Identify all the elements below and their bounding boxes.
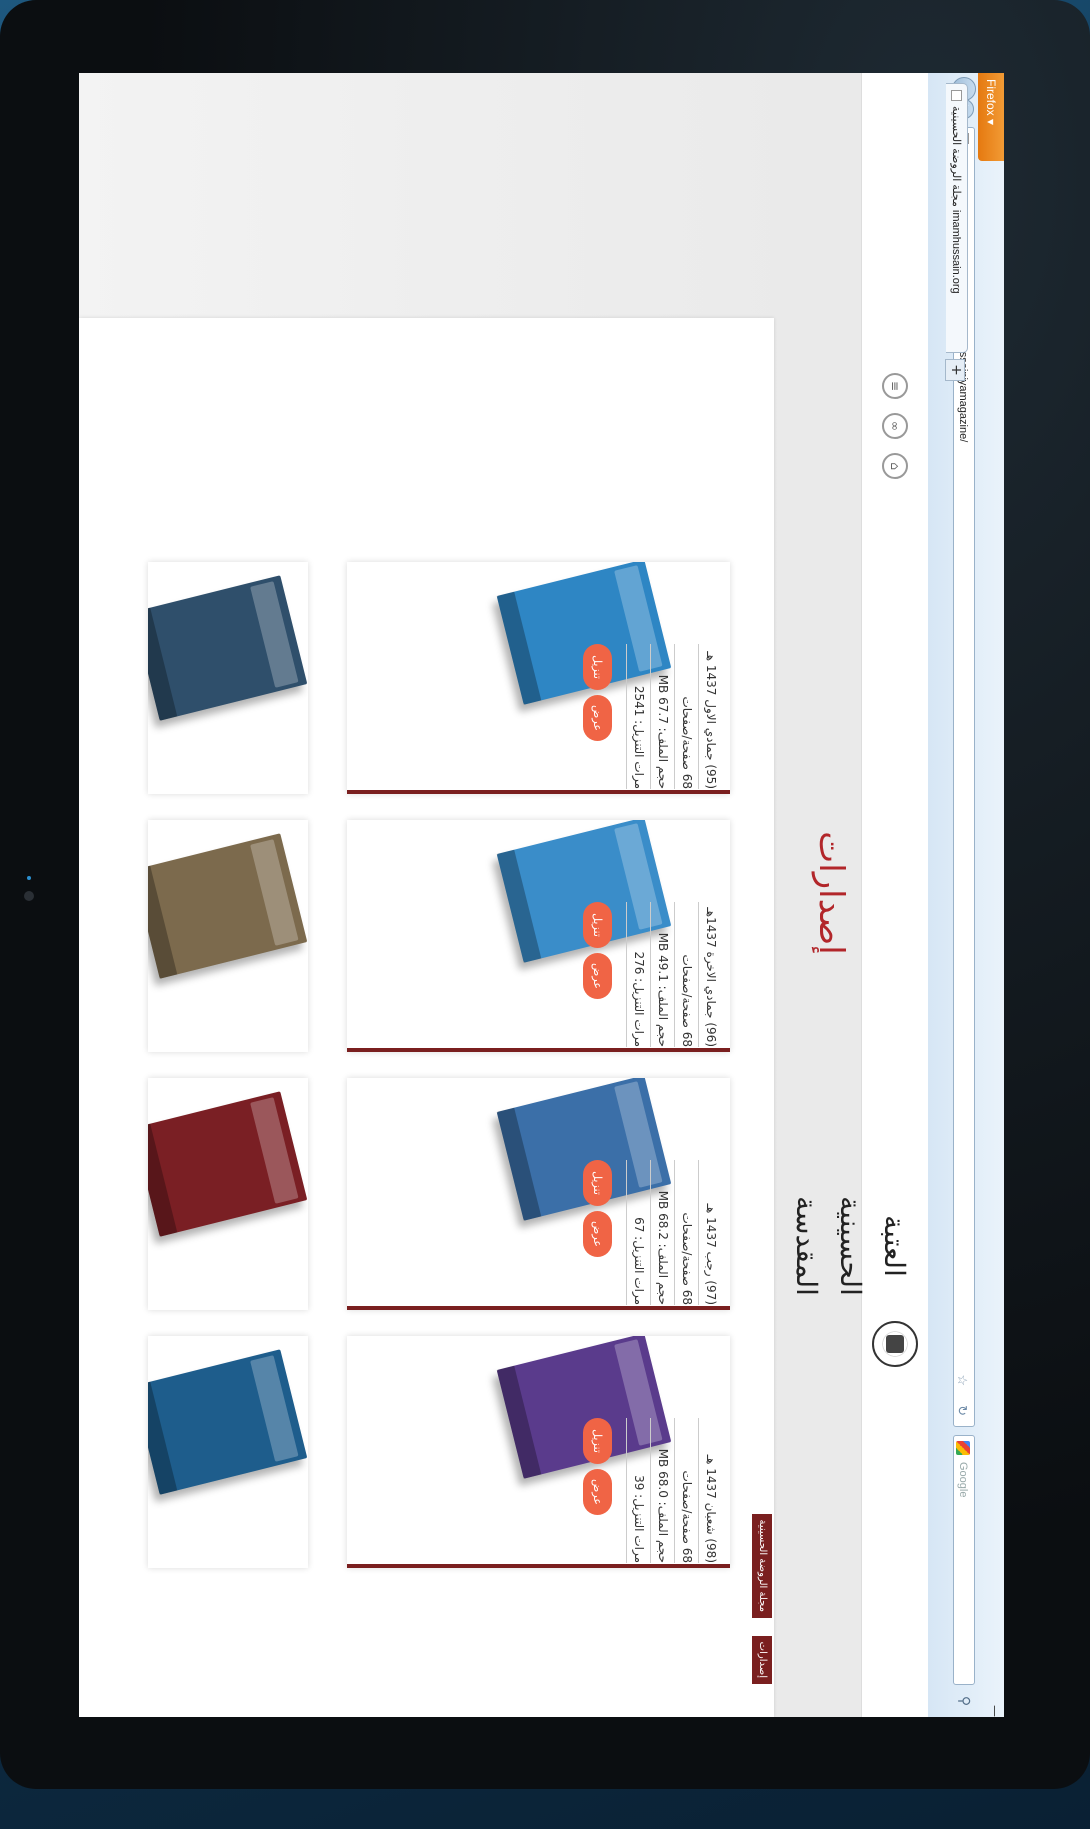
- issue-pages: 68 صفحة/صفحات: [674, 902, 698, 1047]
- issue-downloads: مرات التنزيل: 67: [626, 1160, 650, 1305]
- card-accent-bar: [347, 1306, 730, 1310]
- new-tab-button[interactable]: +: [945, 359, 965, 381]
- issue-card: [148, 562, 308, 794]
- search-icon[interactable]: ⚲: [954, 1691, 974, 1711]
- issue-downloads: مرات التنزيل: 276: [626, 902, 650, 1047]
- issue-info: (95) جمادي الاول 1437 هـ 68 صفحة/صفحات ح…: [626, 644, 722, 789]
- issue-pages: 68 صفحة/صفحات: [674, 1160, 698, 1305]
- browser-tab[interactable]: مجلة الروضة الحسينية imamhussain.org: [946, 83, 968, 353]
- minimize-icon[interactable]: —: [988, 1705, 1002, 1717]
- issue-size: حجم الملف: 68.2 MB: [650, 1160, 674, 1305]
- issue-card: (97) رجب 1437 هـ 68 صفحة/صفحات حجم الملف…: [347, 1078, 730, 1310]
- breadcrumb-item-magazine[interactable]: مجلة الروضة الحسينية: [752, 1513, 772, 1618]
- tab-title: مجلة الروضة الحسينية imamhussain.org: [950, 106, 962, 294]
- view-button[interactable]: عرض: [583, 953, 612, 999]
- issue-card: (96) جمادي الاخرة 1437هـ 68 صفحة/صفحات ح…: [347, 820, 730, 1052]
- home-icon[interactable]: ⌂: [882, 453, 908, 479]
- issue-card: [148, 820, 308, 1052]
- issue-info: (97) رجب 1437 هـ 68 صفحة/صفحات حجم الملف…: [626, 1160, 722, 1305]
- issue-size: حجم الملف: 49.1 MB: [650, 902, 674, 1047]
- web-page: Firefox ▾ — ◀ ▶ imamhussain.org/arabic/p…: [79, 73, 1004, 1717]
- issue-size: حجم الملف: 67.7 MB: [650, 644, 674, 789]
- issue-cover[interactable]: [148, 575, 308, 721]
- issue-card: [148, 1336, 308, 1568]
- search-placeholder: Google: [957, 1462, 969, 1498]
- content-area: إصدارات إصدارات مجلة الروضة الحسينية (95…: [79, 73, 862, 1717]
- tablet-frame: Firefox ▾ — ◀ ▶ imamhussain.org/arabic/p…: [0, 0, 1090, 1829]
- breadcrumb-item-publications[interactable]: إصدارات: [752, 1635, 772, 1684]
- breadcrumb: إصدارات مجلة الروضة الحسينية: [748, 1428, 774, 1684]
- view-button[interactable]: عرض: [583, 695, 612, 741]
- issue-info: (96) جمادي الاخرة 1437هـ 68 صفحة/صفحات ح…: [626, 902, 722, 1047]
- view-button[interactable]: عرض: [583, 1469, 612, 1515]
- apple-logo-icon: [1032, 876, 1072, 916]
- search-box[interactable]: Google: [953, 1435, 975, 1685]
- bookmark-star-icon[interactable]: ☆: [951, 1374, 973, 1386]
- site-logo[interactable]: العتبة الحسينية المقدسة: [790, 1171, 916, 1321]
- download-button[interactable]: تنزيل: [583, 1418, 612, 1464]
- issue-cover[interactable]: [148, 1349, 308, 1495]
- issue-title: (95) جمادي الاول 1437 هـ: [698, 644, 722, 789]
- issue-cover[interactable]: [148, 833, 308, 979]
- browser-chrome: Firefox ▾ — ◀ ▶ imamhussain.org/arabic/p…: [927, 73, 1004, 1717]
- download-button[interactable]: تنزيل: [583, 902, 612, 948]
- download-button[interactable]: تنزيل: [583, 644, 612, 690]
- view-button[interactable]: عرض: [583, 1211, 612, 1257]
- camera-lens: [24, 891, 34, 901]
- issue-downloads: مرات التنزيل: 39: [626, 1418, 650, 1563]
- page-title: إصدارات: [811, 831, 851, 955]
- issue-info: (98) شعبان 1437 هـ 68 صفحة/صفحات حجم الم…: [626, 1418, 722, 1563]
- tab-favicon-icon: [951, 90, 962, 101]
- issue-card: (95) جمادي الاول 1437 هـ 68 صفحة/صفحات ح…: [347, 562, 730, 794]
- menu-icon[interactable]: ≡: [882, 373, 908, 399]
- issue-size: حجم الملف: 68.0 MB: [650, 1418, 674, 1563]
- reload-icon[interactable]: ↻: [951, 1405, 973, 1416]
- link-icon[interactable]: ∞: [882, 413, 908, 439]
- google-engine-icon[interactable]: [956, 1441, 970, 1455]
- publications-panel: إصدارات مجلة الروضة الحسينية (95) جمادي …: [79, 318, 774, 1717]
- emblem-icon[interactable]: [872, 1321, 918, 1367]
- issue-card: (98) شعبان 1437 هـ 68 صفحة/صفحات حجم الم…: [347, 1336, 730, 1568]
- card-accent-bar: [347, 1048, 730, 1052]
- issue-pages: 68 صفحة/صفحات: [674, 644, 698, 789]
- site-header: ≡ ∞ ⌂ العتبة الحسينية المقدسة: [790, 73, 928, 1717]
- issue-title: (96) جمادي الاخرة 1437هـ: [698, 902, 722, 1047]
- issue-title: (98) شعبان 1437 هـ: [698, 1418, 722, 1563]
- issue-title: (97) رجب 1437 هـ: [698, 1160, 722, 1305]
- firefox-menu-button[interactable]: Firefox ▾: [978, 73, 1004, 161]
- download-button[interactable]: تنزيل: [583, 1160, 612, 1206]
- card-accent-bar: [347, 1564, 730, 1568]
- issue-cover[interactable]: [148, 1091, 308, 1237]
- issue-pages: 68 صفحة/صفحات: [674, 1418, 698, 1563]
- camera-indicator: [27, 876, 31, 880]
- issue-downloads: مرات التنزيل: 2541: [626, 644, 650, 789]
- issue-card: [148, 1078, 308, 1310]
- card-accent-bar: [347, 790, 730, 794]
- tablet-screen: Firefox ▾ — ◀ ▶ imamhussain.org/arabic/p…: [79, 73, 1004, 1717]
